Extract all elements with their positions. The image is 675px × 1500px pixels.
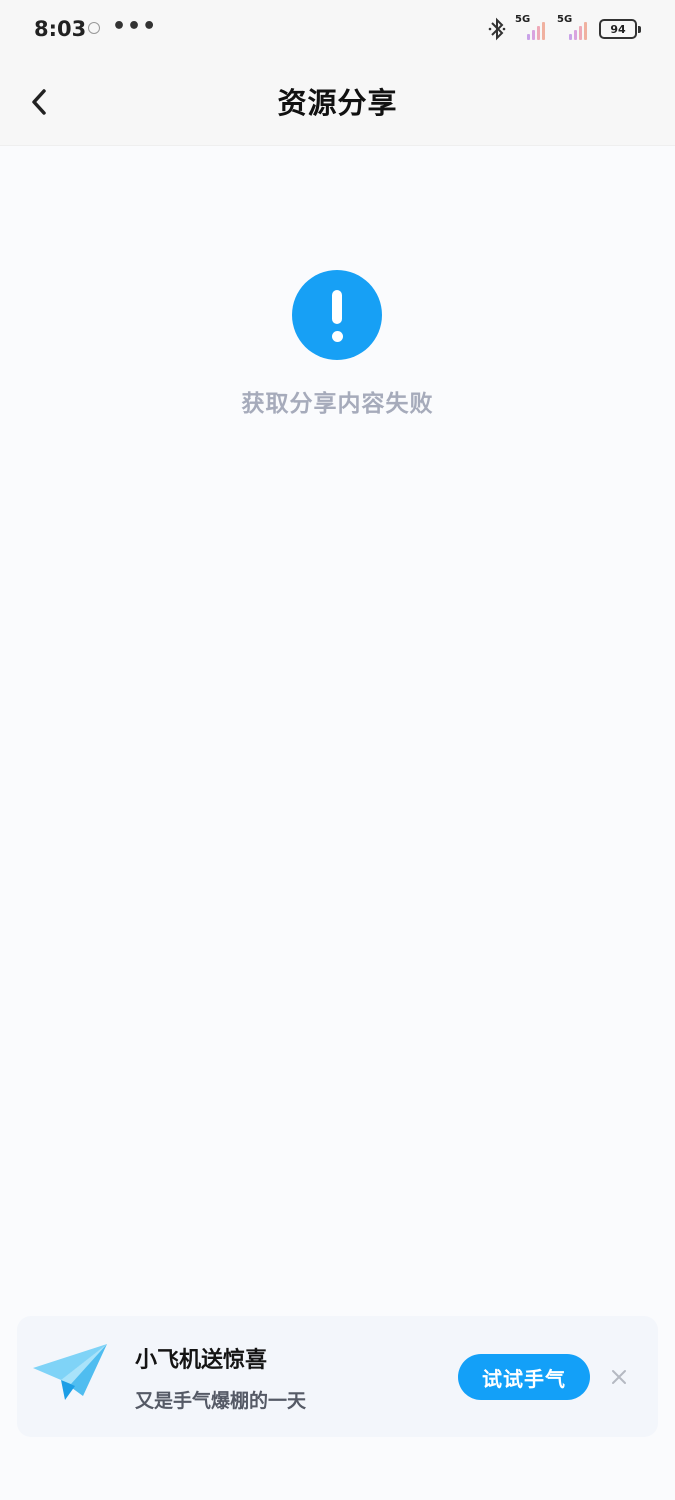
page-title: 资源分享 <box>277 86 398 120</box>
more-notifications-icon: ••• <box>112 14 158 39</box>
bluetooth-icon <box>488 17 506 41</box>
paper-plane-icon <box>33 1344 107 1400</box>
nav-header: 资源分享 <box>0 58 675 146</box>
promo-subtitle: 又是手气爆棚的一天 <box>135 1390 307 1412</box>
promo-title: 小飞机送惊喜 <box>135 1348 268 1373</box>
notification-icon <box>88 22 100 34</box>
screen: 8:03 ••• 5G 5G 94 资源分享 获取分享内容失败 小飞机送惊喜 又… <box>0 0 675 1500</box>
signal-icon: 5G <box>557 14 591 42</box>
battery-icon: 94 <box>599 19 641 39</box>
promo-banner[interactable]: 小飞机送惊喜 又是手气爆棚的一天 试试手气 <box>17 1316 658 1437</box>
status-bar: 8:03 ••• 5G 5G 94 <box>0 0 675 58</box>
battery-level: 94 <box>610 22 626 36</box>
network-type-label: 5G <box>557 14 573 25</box>
status-time: 8:03 <box>34 17 87 41</box>
signal-icon: 5G <box>515 14 549 42</box>
error-message: 获取分享内容失败 <box>241 391 434 417</box>
try-luck-button[interactable]: 试试手气 <box>458 1354 590 1400</box>
exclamation-circle-icon <box>292 270 382 360</box>
network-type-label: 5G <box>515 14 531 25</box>
status-icons: 5G 5G 94 <box>487 14 641 42</box>
close-icon[interactable] <box>607 1365 631 1389</box>
